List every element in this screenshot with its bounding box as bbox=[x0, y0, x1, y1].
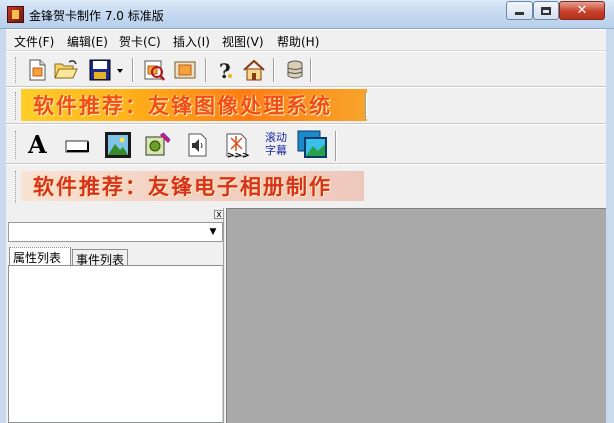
effect-tool-icon bbox=[145, 132, 171, 156]
toolbar-separator bbox=[132, 58, 134, 82]
maximize-icon bbox=[541, 6, 551, 15]
menu-file[interactable]: 文件(F) bbox=[14, 33, 54, 50]
background-tool-icon bbox=[297, 130, 327, 158]
close-button[interactable]: ✕ bbox=[559, 1, 605, 20]
toolbar-separator bbox=[310, 58, 312, 82]
rectangle-tool-icon bbox=[65, 140, 89, 153]
toolbar-grip[interactable] bbox=[15, 131, 18, 159]
svg-text:>>>: >>> bbox=[227, 151, 250, 160]
toolbar-grip[interactable] bbox=[15, 57, 18, 83]
toolbar-separator bbox=[273, 58, 275, 82]
toolbar-separator bbox=[205, 58, 207, 82]
card-workspace[interactable] bbox=[227, 208, 606, 423]
properties-panel: x ▼ 属性列表 事件列表 bbox=[6, 208, 225, 423]
toolbar-area: ? 软件推荐：友锋图像处理系统 A >>> 滚动 字幕 软件推荐：友锋电子相册制… bbox=[6, 50, 606, 209]
object-select-combo[interactable]: ▼ bbox=[8, 222, 223, 242]
title-bar: 金锋贺卡制作 7.0 标准版 ✕ bbox=[0, 0, 614, 29]
window-title: 金锋贺卡制作 7.0 标准版 bbox=[29, 9, 164, 23]
close-icon: x bbox=[216, 210, 222, 220]
promo-banner-image-processing[interactable]: 软件推荐：友锋图像处理系统 bbox=[21, 89, 367, 121]
menu-bar: 文件(F) 编辑(E) 贺卡(C) 插入(I) 视图(V) 帮助(H) bbox=[6, 30, 606, 50]
effect-tool-button[interactable] bbox=[143, 131, 171, 159]
menu-help[interactable]: 帮助(H) bbox=[277, 33, 319, 50]
sound-tool-icon bbox=[188, 133, 207, 157]
search-card-icon bbox=[144, 60, 165, 81]
animation-tool-button[interactable]: >>> bbox=[222, 130, 252, 161]
background-tool-button[interactable] bbox=[297, 130, 329, 160]
database-icon bbox=[287, 60, 303, 79]
toolbar-separator bbox=[365, 93, 367, 119]
menu-edit[interactable]: 编辑(E) bbox=[67, 33, 108, 50]
text-tool-button[interactable]: A bbox=[28, 132, 54, 158]
property-list[interactable] bbox=[8, 265, 223, 423]
toolbar-grip[interactable] bbox=[15, 171, 18, 203]
minimize-icon bbox=[515, 12, 524, 15]
image-tool-button[interactable] bbox=[104, 131, 132, 159]
open-button[interactable] bbox=[53, 58, 78, 82]
save-dropdown-icon bbox=[117, 69, 123, 73]
new-card-icon bbox=[29, 59, 46, 81]
toolbar-insert: A >>> 滚动 字幕 bbox=[6, 124, 606, 164]
menu-card[interactable]: 贺卡(C) bbox=[119, 33, 161, 50]
promo-banner-photo-album[interactable]: 软件推荐：友锋电子相册制作 bbox=[21, 171, 364, 201]
tab-properties[interactable]: 属性列表 bbox=[9, 247, 71, 265]
save-dropdown-button[interactable] bbox=[114, 58, 126, 82]
text-tool-icon: A bbox=[28, 130, 47, 159]
dropdown-arrow-button[interactable]: ▼ bbox=[205, 224, 221, 240]
image-tool-icon bbox=[105, 132, 131, 158]
save-disk-icon bbox=[89, 59, 111, 81]
minimize-button[interactable] bbox=[506, 1, 533, 20]
save-button[interactable] bbox=[88, 58, 112, 82]
toolbar-grip[interactable] bbox=[15, 92, 18, 120]
home-button[interactable] bbox=[242, 58, 266, 82]
card-app-icon[interactable] bbox=[7, 6, 24, 23]
database-button[interactable] bbox=[283, 58, 307, 82]
home-icon bbox=[243, 59, 265, 81]
toolbar-separator bbox=[335, 131, 337, 161]
close-icon: ✕ bbox=[576, 3, 588, 18]
maximize-button[interactable] bbox=[533, 1, 559, 20]
window-frame-right bbox=[606, 29, 614, 423]
scroll-text-icon: 滚动 字幕 bbox=[261, 131, 291, 157]
new-card-button[interactable] bbox=[25, 58, 49, 82]
help-button[interactable]: ? bbox=[213, 58, 237, 83]
svg-text:?: ? bbox=[219, 59, 231, 82]
chevron-down-icon: ▼ bbox=[209, 227, 217, 237]
toolbar-main: ? bbox=[6, 51, 606, 87]
rectangle-tool-button[interactable] bbox=[64, 134, 89, 158]
menu-insert[interactable]: 插入(I) bbox=[173, 33, 210, 50]
animation-tool-icon: >>> bbox=[226, 133, 250, 161]
scroll-text-label-line2: 字幕 bbox=[265, 144, 287, 157]
scroll-text-label-line1: 滚动 bbox=[265, 131, 287, 144]
menu-view[interactable]: 视图(V) bbox=[222, 33, 264, 50]
scroll-text-button[interactable]: 滚动 字幕 bbox=[261, 131, 291, 161]
open-folder-icon bbox=[54, 60, 78, 79]
sound-tool-button[interactable] bbox=[183, 131, 211, 159]
preview-card-button[interactable] bbox=[173, 58, 197, 82]
help-icon: ? bbox=[219, 59, 232, 83]
tab-events[interactable]: 事件列表 bbox=[72, 249, 128, 267]
search-card-button[interactable] bbox=[142, 58, 166, 82]
preview-card-icon bbox=[174, 61, 196, 79]
